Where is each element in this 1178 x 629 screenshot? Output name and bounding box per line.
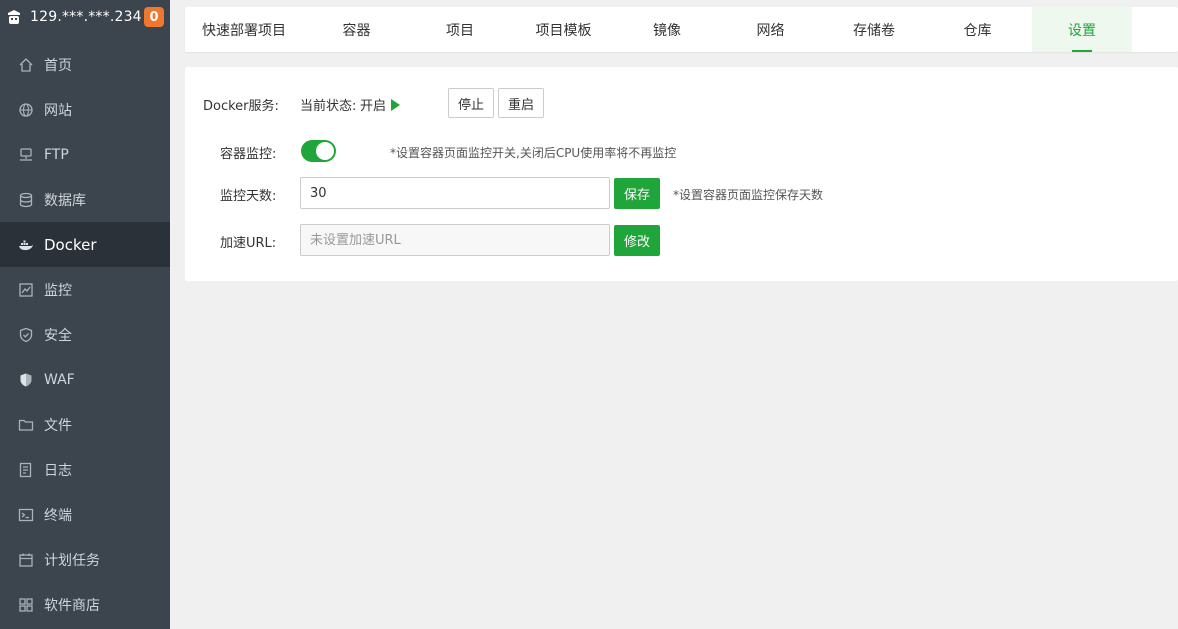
monitor-days-label: 监控天数: [220, 189, 277, 204]
tab-registry[interactable]: 仓库 [924, 7, 1031, 52]
docker-service-label: Docker服务: [203, 99, 279, 114]
home-icon [18, 57, 34, 73]
apps-grid-icon [18, 597, 34, 613]
stop-button[interactable]: 停止 [448, 88, 494, 118]
docker-tabs: 快速部署项目 容器 项目 项目模板 镜像 网络 存储卷 仓库 设置 [185, 7, 1178, 52]
sidebar-item-files[interactable]: 文件 [0, 402, 170, 447]
mirror-url-label: 加速URL: [220, 236, 277, 251]
terminal-icon [18, 507, 34, 523]
toggle-knob [316, 142, 334, 160]
server-header: 129.***.***.234 0 [0, 0, 170, 34]
docker-icon [18, 237, 34, 253]
shield-icon [18, 327, 34, 343]
container-monitor-label: 容器监控: [220, 147, 277, 162]
modify-url-button[interactable]: 修改 [614, 225, 660, 256]
sidebar-item-label: 文件 [44, 417, 72, 434]
restart-button[interactable]: 重启 [498, 88, 544, 118]
days-tip: *设置容器页面监控保存天数 [673, 188, 824, 202]
sidebar-item-label: 监控 [44, 282, 72, 299]
tab-projects[interactable]: 项目 [410, 7, 510, 52]
tab-networks[interactable]: 网络 [717, 7, 824, 52]
sidebar-menu: 首页 网站 FTP 数据库 Docker 监控 安全 WAF 文件 日志 终端 … [0, 42, 170, 627]
tab-images[interactable]: 镜像 [617, 7, 717, 52]
tab-containers[interactable]: 容器 [303, 7, 410, 52]
globe-icon [18, 102, 34, 118]
sidebar-item-monitor[interactable]: 监控 [0, 267, 170, 312]
sidebar-item-label: 日志 [44, 462, 72, 479]
sidebar-item-home[interactable]: 首页 [0, 42, 170, 87]
sidebar: 129.***.***.234 0 首页 网站 FTP 数据库 Docker 监… [0, 0, 170, 629]
sidebar-item-label: 软件商店 [44, 597, 100, 614]
sidebar-item-label: WAF [44, 371, 75, 388]
settings-panel: Docker服务: 当前状态: 开启 停止 重启 容器监控: *设置容器页面监控… [185, 67, 1178, 281]
ftp-icon [18, 147, 34, 163]
sidebar-item-label: 首页 [44, 57, 72, 74]
sidebar-item-label: 终端 [44, 507, 72, 524]
save-days-button[interactable]: 保存 [614, 178, 660, 209]
sidebar-item-label: 计划任务 [44, 552, 100, 569]
monitor-tip: *设置容器页面监控开关,关闭后CPU使用率将不再监控 [390, 146, 677, 160]
sidebar-item-store[interactable]: 软件商店 [0, 582, 170, 627]
sidebar-item-website[interactable]: 网站 [0, 87, 170, 132]
calendar-icon [18, 552, 34, 568]
sidebar-item-logs[interactable]: 日志 [0, 447, 170, 492]
sidebar-item-ftp[interactable]: FTP [0, 132, 170, 177]
sidebar-item-label: 网站 [44, 102, 72, 119]
sidebar-item-docker[interactable]: Docker [0, 222, 170, 267]
tab-quick-deploy[interactable]: 快速部署项目 [185, 7, 303, 52]
sidebar-item-database[interactable]: 数据库 [0, 177, 170, 222]
status-text: 开启 [360, 95, 401, 114]
sidebar-item-terminal[interactable]: 终端 [0, 492, 170, 537]
sidebar-item-label: 安全 [44, 327, 72, 344]
sidebar-item-waf[interactable]: WAF [0, 357, 170, 402]
tab-project-templates[interactable]: 项目模板 [510, 7, 617, 52]
sidebar-item-security[interactable]: 安全 [0, 312, 170, 357]
tab-settings[interactable]: 设置 [1032, 7, 1132, 52]
notification-badge[interactable]: 0 [144, 7, 164, 27]
sidebar-item-label: Docker [44, 235, 97, 254]
monitor-icon [18, 282, 34, 298]
status-value: 开启 [360, 99, 387, 114]
monitor-days-input[interactable] [300, 177, 610, 209]
waf-shield-icon [18, 372, 34, 388]
sidebar-item-label: FTP [44, 146, 69, 163]
sidebar-item-cron[interactable]: 计划任务 [0, 537, 170, 582]
folder-icon [18, 417, 34, 433]
monitor-toggle[interactable] [301, 140, 336, 162]
sidebar-item-label: 数据库 [44, 192, 86, 209]
mirror-url-input[interactable] [300, 224, 610, 256]
server-ip: 129.***.***.234 [30, 9, 142, 25]
database-icon [18, 192, 34, 208]
tab-volumes[interactable]: 存储卷 [824, 7, 924, 52]
play-icon [391, 99, 401, 111]
log-icon [18, 462, 34, 478]
status-prefix: 当前状态: [300, 99, 357, 114]
server-logo-icon [8, 10, 20, 24]
